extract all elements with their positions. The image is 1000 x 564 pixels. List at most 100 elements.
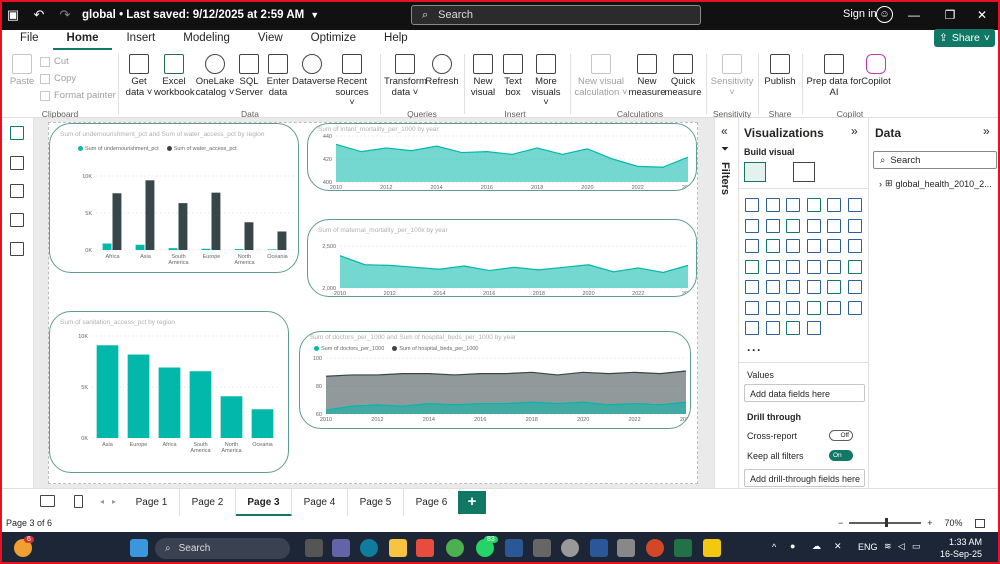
multi-row-card-icon[interactable] (765, 280, 780, 294)
format-visual-icon[interactable] (793, 162, 815, 182)
visual-maternal-mortality[interactable]: Sum of maternal_mortality_per_100k by ye… (307, 219, 697, 297)
100-column-icon[interactable] (847, 198, 862, 212)
onedrive-icon[interactable]: ☁ (812, 541, 821, 552)
tab-help[interactable]: Help (370, 30, 422, 50)
get-data-button[interactable]: Get data ˅ (122, 54, 156, 98)
treemap-icon[interactable] (847, 239, 862, 253)
pie-icon[interactable] (806, 239, 821, 253)
add-page-button[interactable]: + (458, 491, 486, 514)
excel-icon[interactable] (674, 539, 692, 557)
table-view-icon[interactable] (10, 156, 24, 170)
more-visuals-button[interactable]: More visuals ˅ (528, 54, 564, 109)
card-icon[interactable] (745, 280, 759, 294)
filled-map-icon[interactable] (765, 259, 780, 274)
more-visual-icon[interactable] (806, 321, 821, 335)
narrative-icon[interactable] (827, 300, 841, 315)
power-apps-icon[interactable] (765, 321, 780, 335)
clustered-column-icon[interactable] (806, 198, 821, 212)
keep-all-filters-toggle[interactable]: On (829, 450, 853, 461)
text-box-button[interactable]: Text box (498, 54, 528, 98)
area-chart-icon[interactable] (765, 218, 780, 233)
format-painter-button[interactable]: Format painter (40, 90, 116, 101)
start-icon[interactable] (130, 539, 148, 557)
copy-button[interactable]: Copy (40, 73, 76, 84)
taskbar-search[interactable]: ⌕ Search (155, 538, 290, 559)
dax-query-view-icon[interactable] (10, 213, 24, 227)
close-icon[interactable]: ✕ (964, 0, 1000, 30)
waterfall-icon[interactable] (745, 239, 759, 253)
visual-undernourishment-water[interactable]: Sum of undernourishment_pct and Sum of w… (49, 123, 299, 273)
model-view-icon[interactable] (10, 184, 24, 198)
shape-map-icon[interactable] (786, 259, 800, 274)
filters-pane[interactable]: « ⏷ Filters (714, 118, 738, 488)
scroll-left-icon[interactable]: ◂ (100, 497, 104, 506)
task-view-icon[interactable] (305, 539, 323, 557)
zoom-out-icon[interactable]: − (838, 518, 843, 528)
collapse-filters-icon[interactable]: « (721, 124, 728, 138)
page-tab-3[interactable]: Page 3 (236, 489, 292, 517)
restore-icon[interactable]: ❐ (932, 0, 968, 30)
tab-modeling[interactable]: Modeling (169, 30, 244, 50)
zoom-slider[interactable] (849, 518, 922, 528)
paste-button[interactable]: Paste (8, 54, 36, 88)
data-table-item[interactable]: › ⊞ global_health_2010_2... (879, 178, 992, 189)
decomposition-tree-icon[interactable] (786, 300, 800, 315)
slicer-icon[interactable] (806, 280, 821, 294)
data-search-input[interactable]: ⌕ Search (873, 151, 997, 169)
more-icon[interactable]: ··· (747, 343, 762, 357)
save-icon[interactable]: ▣ (0, 0, 26, 30)
refresh-button[interactable]: Refresh (424, 54, 460, 88)
snipping-tool-icon[interactable] (533, 539, 551, 557)
scroll-right-icon[interactable]: ▸ (112, 497, 116, 506)
sql-server-button[interactable]: SQL Server (234, 54, 264, 98)
tab-home[interactable]: Home (52, 30, 113, 50)
arcgis-icon[interactable] (827, 259, 841, 274)
power-bi-icon[interactable] (703, 539, 721, 557)
enter-data-button[interactable]: Enter data (264, 54, 292, 98)
redo-icon[interactable]: ↷ (52, 0, 78, 30)
quick-measure-button[interactable]: Quick measure (664, 54, 702, 98)
minimize-icon[interactable]: — (896, 0, 932, 30)
100-bar-icon[interactable] (827, 198, 841, 212)
power-automate-icon[interactable] (786, 321, 800, 335)
excel-workbook-button[interactable]: Excel workbook (154, 54, 195, 98)
page-tab-4[interactable]: Page 4 (292, 489, 348, 517)
chrome-icon[interactable] (446, 539, 464, 557)
account-icon[interactable]: ☺ (876, 6, 893, 23)
report-page[interactable]: Sum of undernourishment_pct and Sum of w… (48, 122, 698, 484)
expand-pane-icon[interactable]: » (851, 124, 858, 138)
page-tab-1[interactable]: Page 1 (124, 489, 180, 517)
donut-icon[interactable] (827, 239, 841, 253)
stacked-column-icon[interactable] (765, 198, 780, 212)
tmdl-view-icon[interactable] (10, 242, 24, 256)
cut-button[interactable]: Cut (40, 56, 69, 67)
tab-optimize[interactable]: Optimize (297, 30, 370, 50)
line-clustered-icon[interactable] (827, 218, 841, 233)
r-visual-icon[interactable] (847, 280, 862, 294)
edge-icon[interactable] (360, 539, 378, 557)
recent-sources-button[interactable]: Recent sources ˅ (332, 54, 372, 109)
meet-icon[interactable] (332, 539, 350, 557)
visual-doctors-hospital-beds[interactable]: Sum of doctors_per_1000 and Sum of hospi… (299, 331, 691, 429)
line-column-icon[interactable] (806, 218, 821, 233)
copilot-button[interactable]: Copilot (860, 54, 892, 88)
python-icon[interactable] (745, 300, 759, 315)
word-icon[interactable] (590, 539, 608, 557)
app-icon[interactable] (505, 539, 523, 557)
stacked-area-icon[interactable] (786, 218, 800, 233)
search-input[interactable]: ⌕ Search (411, 5, 701, 25)
goals-icon[interactable] (847, 300, 862, 315)
visual-infant-mortality[interactable]: Sum of infant_mortality_per_1000 by year… (307, 123, 697, 191)
dataverse-button[interactable]: Dataverse (292, 54, 335, 88)
tray-chevron-icon[interactable]: ^ (772, 542, 776, 552)
tab-insert[interactable]: Insert (112, 30, 169, 50)
undo-icon[interactable]: ↶ (26, 0, 52, 30)
mobile-layout-icon[interactable] (74, 495, 83, 508)
tab-view[interactable]: View (244, 30, 297, 50)
stacked-bar-icon[interactable] (745, 198, 759, 212)
cross-report-toggle[interactable]: Off (829, 430, 853, 441)
transform-data-button[interactable]: Transform data ˅ (384, 54, 427, 98)
gauge-icon[interactable] (847, 259, 862, 274)
new-visual-calculation-button[interactable]: New visual calculation ˅ (574, 54, 628, 98)
visual-sanitation-access[interactable]: Sum of sanitation_access_pct by region 1… (49, 311, 289, 473)
